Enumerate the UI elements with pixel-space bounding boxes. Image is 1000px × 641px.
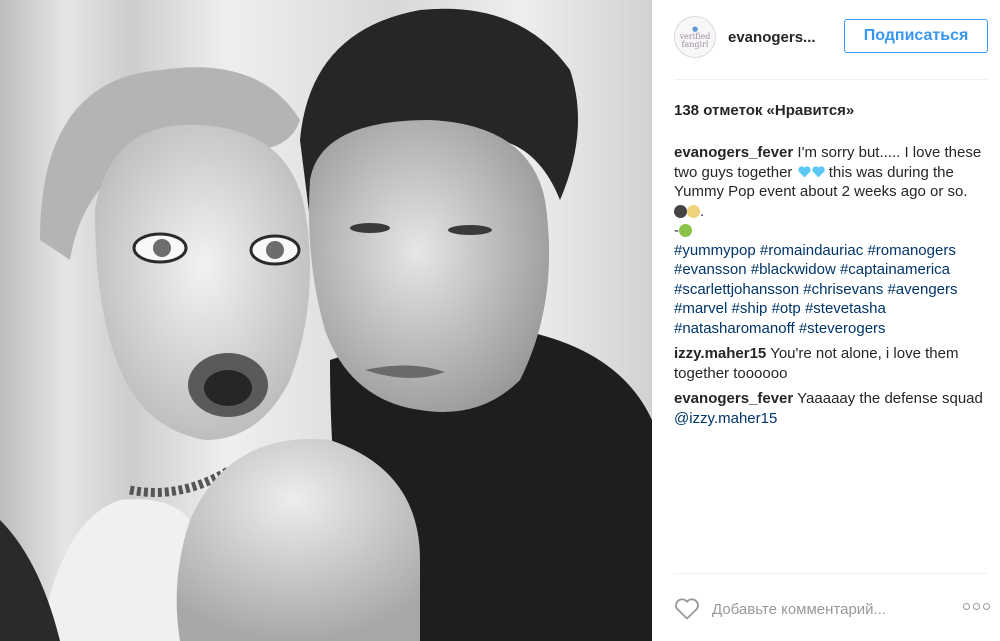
comment-bar: Добавьте комментарий... [674,594,992,624]
hashtag[interactable]: #marvel [674,300,727,317]
comment-username[interactable]: izzy.maher15 [674,345,766,362]
comment-text: Yaaaaay the defense squad [797,390,983,407]
hashtag[interactable]: #yummypop [674,242,756,259]
hashtag[interactable]: #natasharomanoff [674,320,795,337]
hashtag[interactable]: #ship [732,300,768,317]
hashtag[interactable]: #captainamerica [840,261,950,278]
face-emoji-icon [674,204,687,218]
more-options-icon[interactable] [963,603,990,610]
divider [674,79,987,80]
post-side-panel: ● verified fangirl evanogers... Подписат… [652,0,1000,641]
instagram-post-view: ● verified fangirl evanogers... Подписат… [0,0,1000,641]
hashtag[interactable]: #blackwidow [751,261,836,278]
avatar[interactable]: ● verified fangirl [674,16,716,58]
relieved-face-emoji-icon [687,204,700,218]
hashtag[interactable]: #stevetasha [805,300,886,317]
hashtag[interactable]: #scarlettjohansson [674,281,799,298]
comment-item: izzy.maher15 You're not alone, i love th… [674,344,984,383]
comment-item: evanogers_fever Yaaaaay the defense squa… [674,389,984,428]
heart-outline-icon[interactable] [674,597,700,621]
comment-username[interactable]: evanogers_fever [674,390,793,407]
alien-emoji-icon [679,224,692,237]
dot [963,603,970,610]
post-header: ● verified fangirl evanogers... Подписат… [674,12,988,62]
comment-mention[interactable]: @izzy.maher15 [674,410,777,427]
avatar-text-line2: fangirl [681,40,709,49]
hashtag[interactable]: #steverogers [799,320,886,337]
post-photo[interactable] [0,0,652,641]
caption-username[interactable]: evanogers_fever [674,144,793,161]
divider [674,573,987,574]
add-comment-input[interactable]: Добавьте комментарий... [712,601,886,618]
dot [983,603,990,610]
caption-text-3: . [700,202,705,220]
hashtag[interactable]: #romaindauriac [760,242,863,259]
caption: evanogers_fever I'm sorry but..... I lov… [674,143,984,338]
dot [973,603,980,610]
post-username[interactable]: evanogers... [728,29,816,46]
hashtag[interactable]: #evansson [674,261,747,278]
blue-heart-icon [797,165,811,177]
photo-illustration [0,0,652,641]
hashtag[interactable]: #romanogers [867,242,955,259]
hashtag[interactable]: #otp [772,300,801,317]
hashtag[interactable]: #chrisevans [803,281,883,298]
comments-list: evanogers_fever I'm sorry but..... I lov… [674,143,984,434]
hashtag[interactable]: #avengers [887,281,957,298]
likes-count[interactable]: 138 отметок «Нравится» [674,102,854,119]
blue-heart-icon [811,165,825,177]
follow-button[interactable]: Подписаться [844,19,988,53]
